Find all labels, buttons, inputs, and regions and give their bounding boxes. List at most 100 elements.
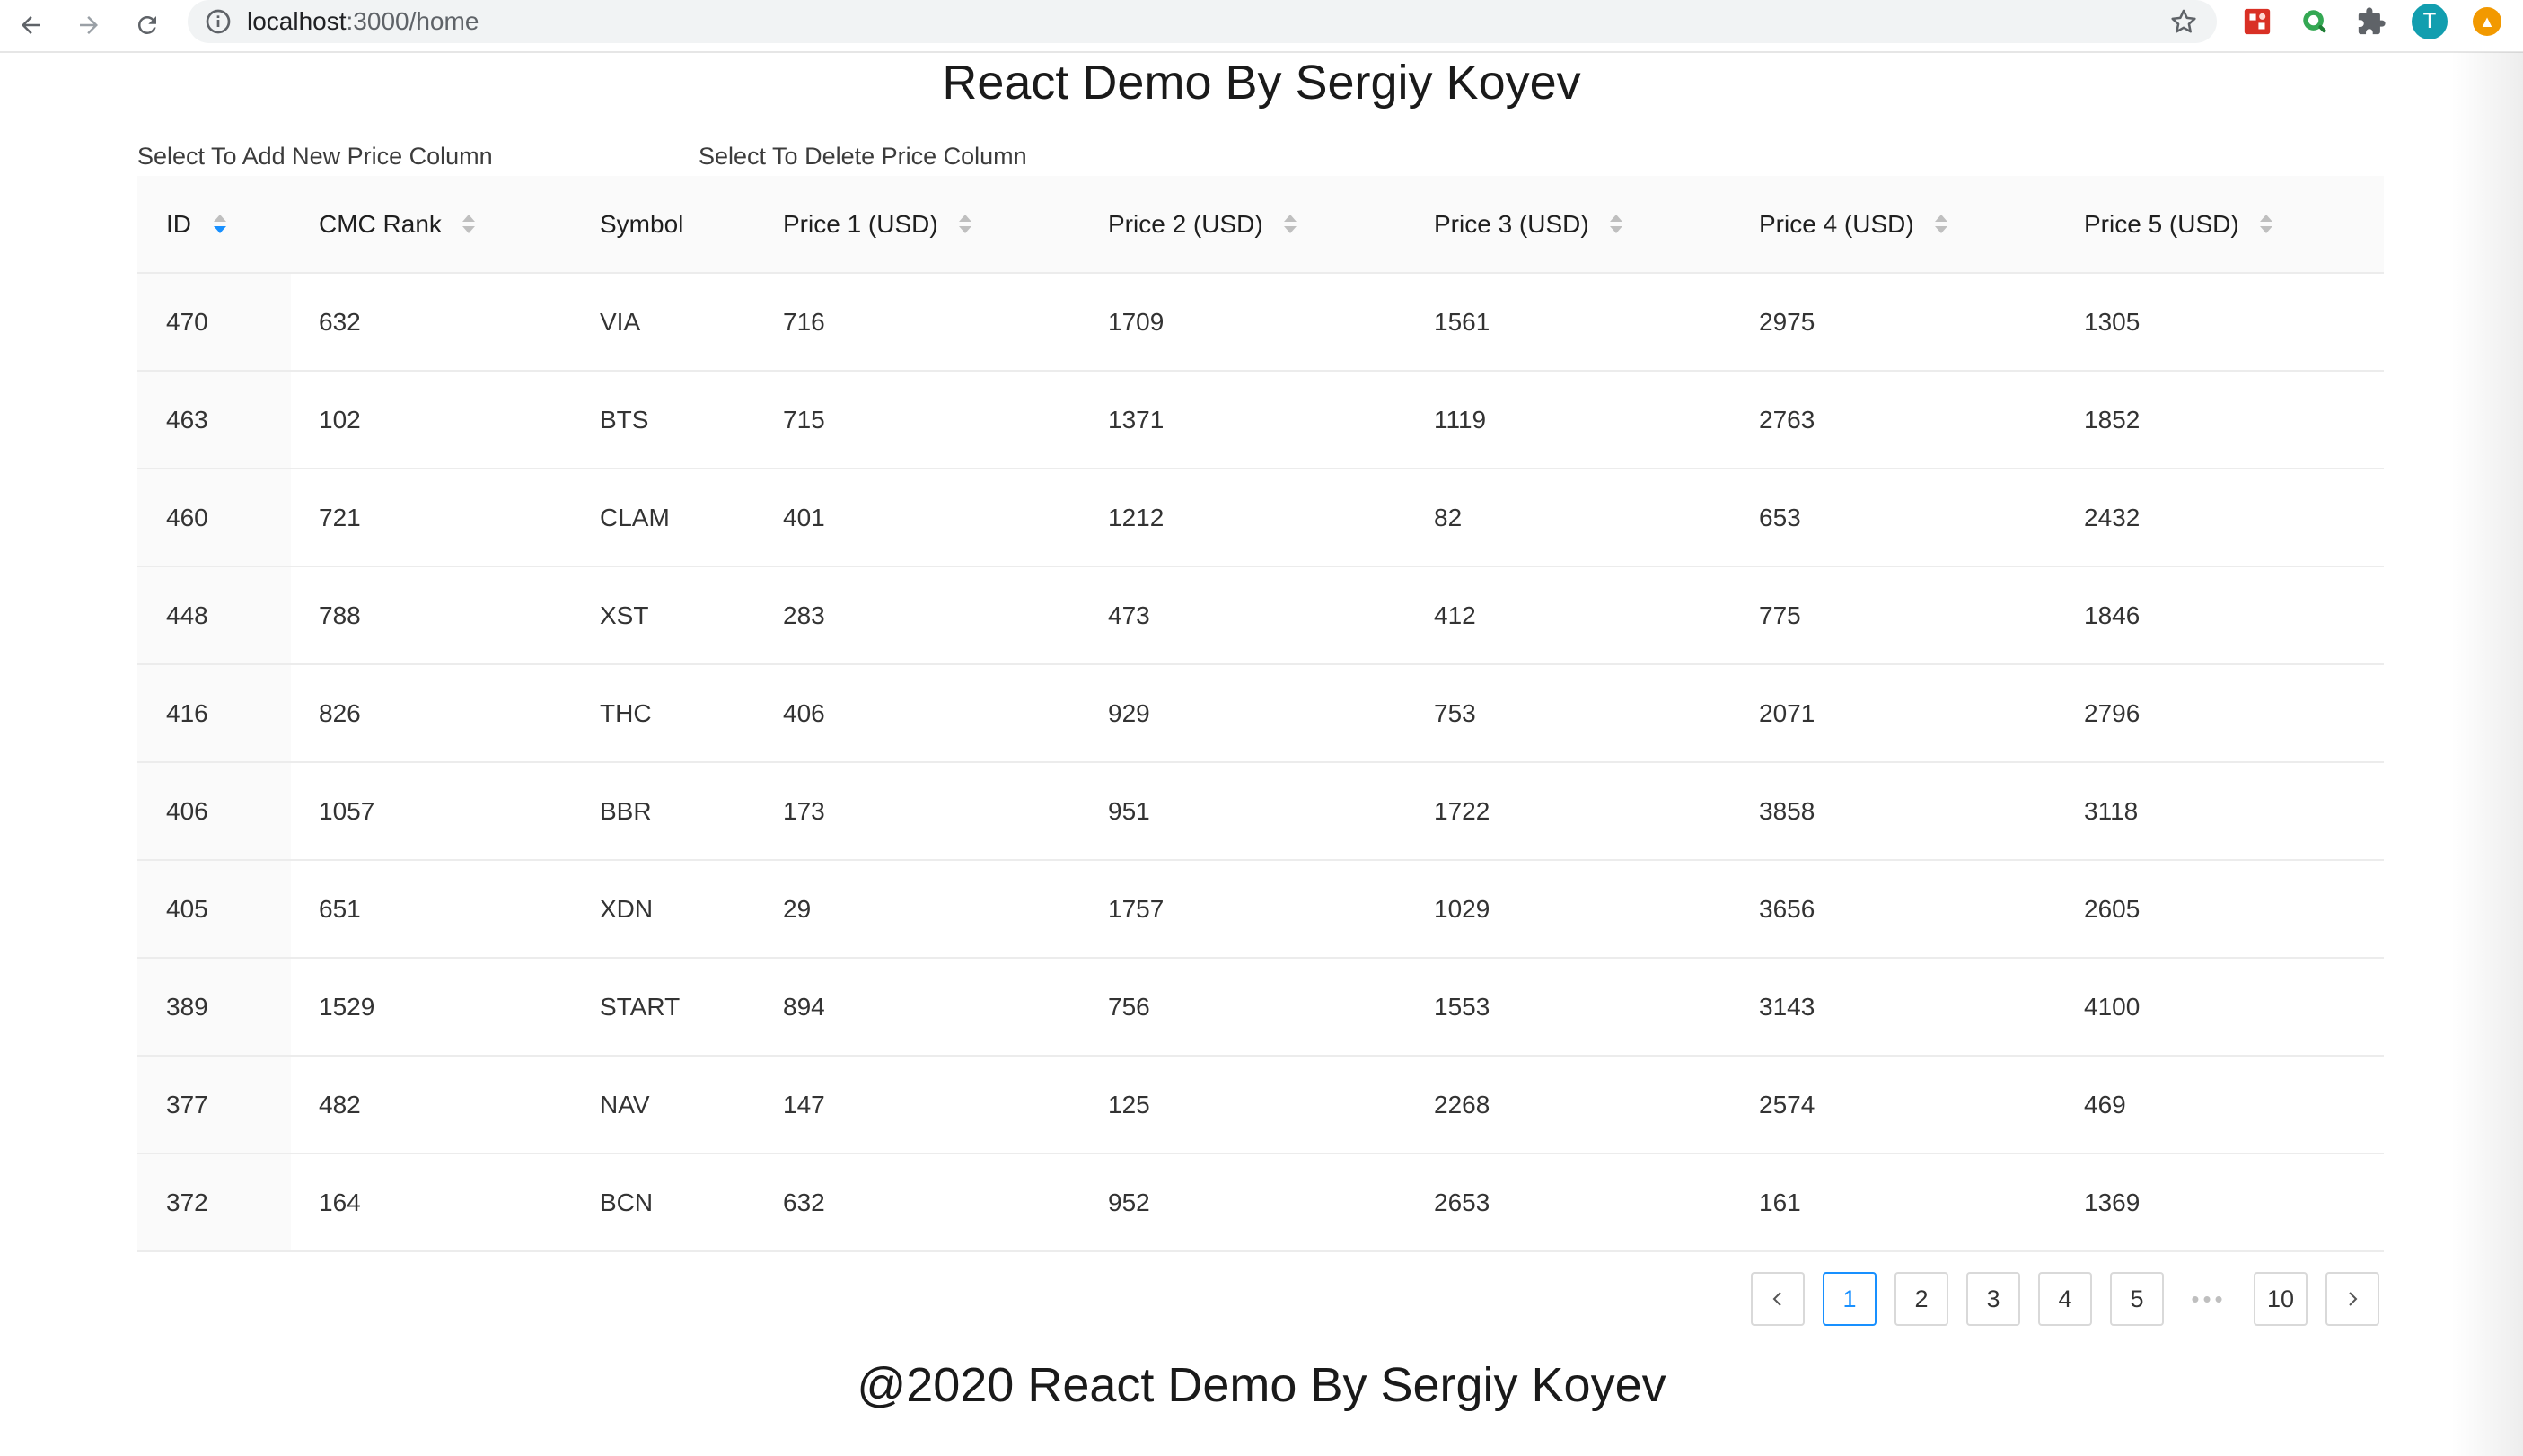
cell-price-4: 3858 bbox=[1759, 796, 1815, 825]
table-row: 470 632 VIA 716 1709 1561 2975 1305 bbox=[137, 274, 2384, 372]
table-row: 372 164 BCN 632 952 2653 161 1369 bbox=[137, 1154, 2384, 1252]
column-header-id[interactable]: ID bbox=[166, 176, 227, 272]
sorted-column-background bbox=[137, 1154, 291, 1250]
sort-icon[interactable] bbox=[462, 214, 476, 234]
cell-price-2: 1757 bbox=[1108, 894, 1165, 923]
page-button-4[interactable]: 4 bbox=[2038, 1272, 2092, 1326]
cell-symbol: THC bbox=[600, 698, 652, 727]
table-body: 470 632 VIA 716 1709 1561 2975 1305 463 102 BTS 715… bbox=[137, 274, 2384, 1252]
page-edge-shadow bbox=[2451, 52, 2523, 1456]
extension-red-icon[interactable] bbox=[2241, 5, 2273, 38]
column-header-price-3[interactable]: Price 3 (USD) bbox=[1434, 176, 1623, 272]
sort-icon[interactable] bbox=[1609, 214, 1623, 234]
page-button-1[interactable]: 1 bbox=[1823, 1272, 1877, 1326]
cell-price-1: 632 bbox=[783, 1188, 825, 1216]
cell-price-5: 2605 bbox=[2084, 894, 2141, 923]
cell-symbol: NAV bbox=[600, 1090, 650, 1118]
cell-price-1: 147 bbox=[783, 1090, 825, 1118]
column-header-price-4[interactable]: Price 4 (USD) bbox=[1759, 176, 1948, 272]
cell-price-1: 894 bbox=[783, 992, 825, 1021]
column-header-price-1[interactable]: Price 1 (USD) bbox=[783, 176, 972, 272]
column-header-symbol: Symbol bbox=[600, 176, 683, 272]
update-button[interactable]: ▲ bbox=[2471, 5, 2503, 38]
cell-price-5: 1846 bbox=[2084, 601, 2141, 629]
cell-symbol: BCN bbox=[600, 1188, 654, 1216]
cell-cmc-rank: 721 bbox=[319, 503, 361, 531]
sort-icon[interactable] bbox=[1283, 214, 1297, 234]
cell-cmc-rank: 788 bbox=[319, 601, 361, 629]
sort-icon[interactable] bbox=[1934, 214, 1948, 234]
info-icon[interactable] bbox=[204, 7, 233, 36]
sorted-column-background bbox=[137, 372, 291, 468]
cell-price-3: 2653 bbox=[1434, 1188, 1490, 1216]
page-button-2[interactable]: 2 bbox=[1894, 1272, 1948, 1326]
sort-icon[interactable] bbox=[958, 214, 972, 234]
cell-id: 448 bbox=[166, 601, 208, 629]
sorted-column-background bbox=[137, 1057, 291, 1153]
sorted-column-background bbox=[137, 861, 291, 957]
table-row: 416 826 THC 406 929 753 2071 2796 bbox=[137, 665, 2384, 763]
cell-price-1: 401 bbox=[783, 503, 825, 531]
cell-id: 389 bbox=[166, 992, 208, 1021]
cell-cmc-rank: 651 bbox=[319, 894, 361, 923]
arrow-right-icon bbox=[80, 16, 98, 34]
page-button-10[interactable]: 10 bbox=[2254, 1272, 2308, 1326]
sort-down-icon bbox=[1609, 226, 1622, 233]
avatar: T bbox=[2412, 4, 2448, 39]
update-arrow-icon: ▲ bbox=[2473, 7, 2501, 36]
add-price-column-select[interactable]: Select To Add New Price Column bbox=[137, 140, 493, 172]
extensions-puzzle-button[interactable] bbox=[2355, 5, 2387, 38]
delete-price-column-select[interactable]: Select To Delete Price Column bbox=[699, 140, 1027, 172]
back-button[interactable] bbox=[11, 5, 50, 45]
forward-button[interactable] bbox=[69, 5, 109, 45]
cell-price-4: 2975 bbox=[1759, 307, 1815, 336]
cell-price-3: 753 bbox=[1434, 698, 1476, 727]
sort-icon[interactable] bbox=[213, 214, 227, 234]
cell-price-3: 2268 bbox=[1434, 1090, 1490, 1118]
cell-price-5: 3118 bbox=[2084, 796, 2139, 825]
sort-down-icon bbox=[462, 226, 475, 233]
cell-price-2: 1212 bbox=[1108, 503, 1165, 531]
chevron-left-icon bbox=[1772, 1292, 1781, 1306]
cell-price-1: 283 bbox=[783, 601, 825, 629]
cell-price-4: 2071 bbox=[1759, 698, 1815, 727]
cell-price-1: 406 bbox=[783, 698, 825, 727]
column-header-cmc-rank[interactable]: CMC Rank bbox=[319, 176, 476, 272]
extension-puzzle-red-icon bbox=[2244, 8, 2271, 35]
extension-green-icon[interactable] bbox=[2299, 5, 2331, 38]
reload-button[interactable] bbox=[127, 5, 167, 45]
next-page-button[interactable] bbox=[2325, 1272, 2379, 1326]
cell-id: 377 bbox=[166, 1090, 208, 1118]
jump-next-ellipsis[interactable]: ••• bbox=[2182, 1272, 2236, 1326]
address-bar[interactable]: localhost:3000/home bbox=[188, 0, 2217, 43]
cell-symbol: XDN bbox=[600, 894, 654, 923]
sort-down-icon bbox=[2259, 226, 2272, 233]
reload-icon bbox=[137, 15, 156, 34]
column-header-price-2[interactable]: Price 2 (USD) bbox=[1108, 176, 1297, 272]
sorted-column-background bbox=[137, 763, 291, 859]
bookmark-star-icon[interactable] bbox=[2168, 6, 2199, 37]
table-row: 405 651 XDN 29 1757 1029 3656 2605 bbox=[137, 861, 2384, 959]
page-button-5[interactable]: 5 bbox=[2110, 1272, 2164, 1326]
table-row: 448 788 XST 283 473 412 775 1846 bbox=[137, 567, 2384, 665]
profile-avatar[interactable]: T bbox=[2410, 2, 2449, 41]
cell-price-2: 756 bbox=[1108, 992, 1150, 1021]
cell-symbol: START bbox=[600, 992, 681, 1021]
previous-page-button[interactable] bbox=[1751, 1272, 1805, 1326]
column-header-price-5[interactable]: Price 5 (USD) bbox=[2084, 176, 2273, 272]
column-header-label: Price 4 (USD) bbox=[1759, 209, 1914, 238]
column-header-label: Price 3 (USD) bbox=[1434, 209, 1589, 238]
page: localhost:3000/home T ▲ React Demo By Se… bbox=[0, 0, 2523, 1456]
table-row: 406 1057 BBR 173 951 1722 3858 3118 bbox=[137, 763, 2384, 861]
browser-toolbar: localhost:3000/home T ▲ bbox=[0, 0, 2523, 53]
page-button-3[interactable]: 3 bbox=[1966, 1272, 2020, 1326]
cell-price-2: 125 bbox=[1108, 1090, 1150, 1118]
sort-icon[interactable] bbox=[2259, 214, 2273, 234]
column-header-label: Price 1 (USD) bbox=[783, 209, 938, 238]
puzzle-icon bbox=[2358, 7, 2386, 35]
cell-price-2: 952 bbox=[1108, 1188, 1150, 1216]
column-header-label: Price 5 (USD) bbox=[2084, 209, 2239, 238]
sort-up-icon bbox=[462, 215, 475, 222]
cell-id: 406 bbox=[166, 796, 208, 825]
url-text[interactable]: localhost:3000/home bbox=[247, 5, 479, 38]
